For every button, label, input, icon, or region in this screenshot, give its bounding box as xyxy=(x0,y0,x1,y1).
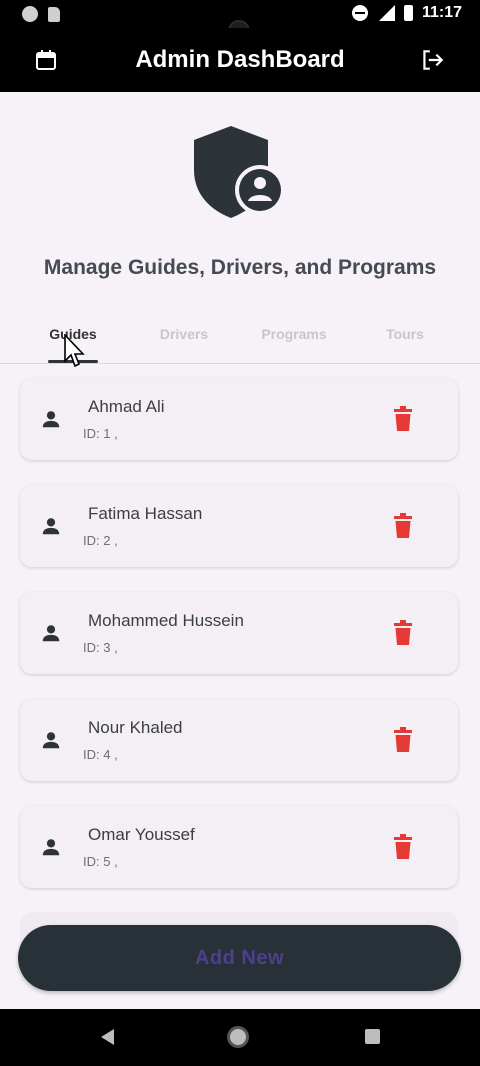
list-item[interactable]: Mohammed Hussein ID: 3 , xyxy=(20,592,458,674)
screen: 11:17 Admin DashBoard Manage Guides, Dri… xyxy=(0,0,480,1066)
page-title: Admin DashBoard xyxy=(135,46,345,73)
delete-icon[interactable] xyxy=(392,834,414,860)
guide-id: ID: 5 , xyxy=(83,854,118,869)
person-icon xyxy=(42,732,60,749)
guide-id: ID: 4 , xyxy=(83,747,118,762)
person-icon xyxy=(42,625,60,642)
list-item[interactable]: Ahmad Ali ID: 1 , xyxy=(20,378,458,460)
signal-icon xyxy=(378,5,395,21)
mouse-cursor-icon xyxy=(64,334,85,368)
recents-icon[interactable] xyxy=(365,1029,380,1044)
back-icon[interactable] xyxy=(98,1027,116,1047)
battery-icon xyxy=(403,5,413,21)
list-item[interactable]: Nour Khaled ID: 4 , xyxy=(20,699,458,781)
guide-name: Omar Youssef xyxy=(88,825,195,844)
status-right: 11:17 xyxy=(351,4,462,22)
guide-name: Ahmad Ali xyxy=(88,397,165,416)
guide-id: ID: 2 , xyxy=(83,533,118,548)
admin-shield-icon xyxy=(194,126,285,218)
guide-id: ID: 3 , xyxy=(83,640,118,655)
system-nav-bar xyxy=(0,1009,480,1066)
person-icon xyxy=(42,411,60,428)
status-bar: 11:17 xyxy=(0,0,480,42)
status-left xyxy=(22,6,60,22)
tab-tours[interactable]: Tours xyxy=(345,326,465,342)
list-item[interactable]: Fatima Hassan ID: 2 , xyxy=(20,485,458,567)
guide-name: Nour Khaled xyxy=(88,718,183,737)
guide-name: Mohammed Hussein xyxy=(88,611,244,630)
home-icon[interactable] xyxy=(227,1026,249,1048)
delete-icon[interactable] xyxy=(392,513,414,539)
tab-programs[interactable]: Programs xyxy=(234,326,354,342)
delete-icon[interactable] xyxy=(392,620,414,646)
guide-name: Fatima Hassan xyxy=(88,504,203,523)
person-icon xyxy=(42,518,60,535)
do-not-disturb-icon xyxy=(351,5,368,21)
sd-card-icon xyxy=(48,6,60,22)
delete-icon[interactable] xyxy=(392,406,414,432)
status-time: 11:17 xyxy=(421,4,462,21)
notification-dot-icon xyxy=(22,6,38,22)
guide-id: ID: 1 , xyxy=(83,426,118,441)
logout-button[interactable] xyxy=(418,46,446,74)
section-heading: Manage Guides, Drivers, and Programs xyxy=(43,256,437,279)
list-item[interactable]: Omar Youssef ID: 5 , xyxy=(20,806,458,888)
tab-drivers[interactable]: Drivers xyxy=(124,326,244,342)
person-icon xyxy=(42,839,60,856)
delete-icon[interactable] xyxy=(392,727,414,753)
logout-icon xyxy=(423,50,444,70)
add-new-button[interactable]: Add New xyxy=(18,925,461,991)
app-bar: Admin DashBoard xyxy=(0,28,480,92)
